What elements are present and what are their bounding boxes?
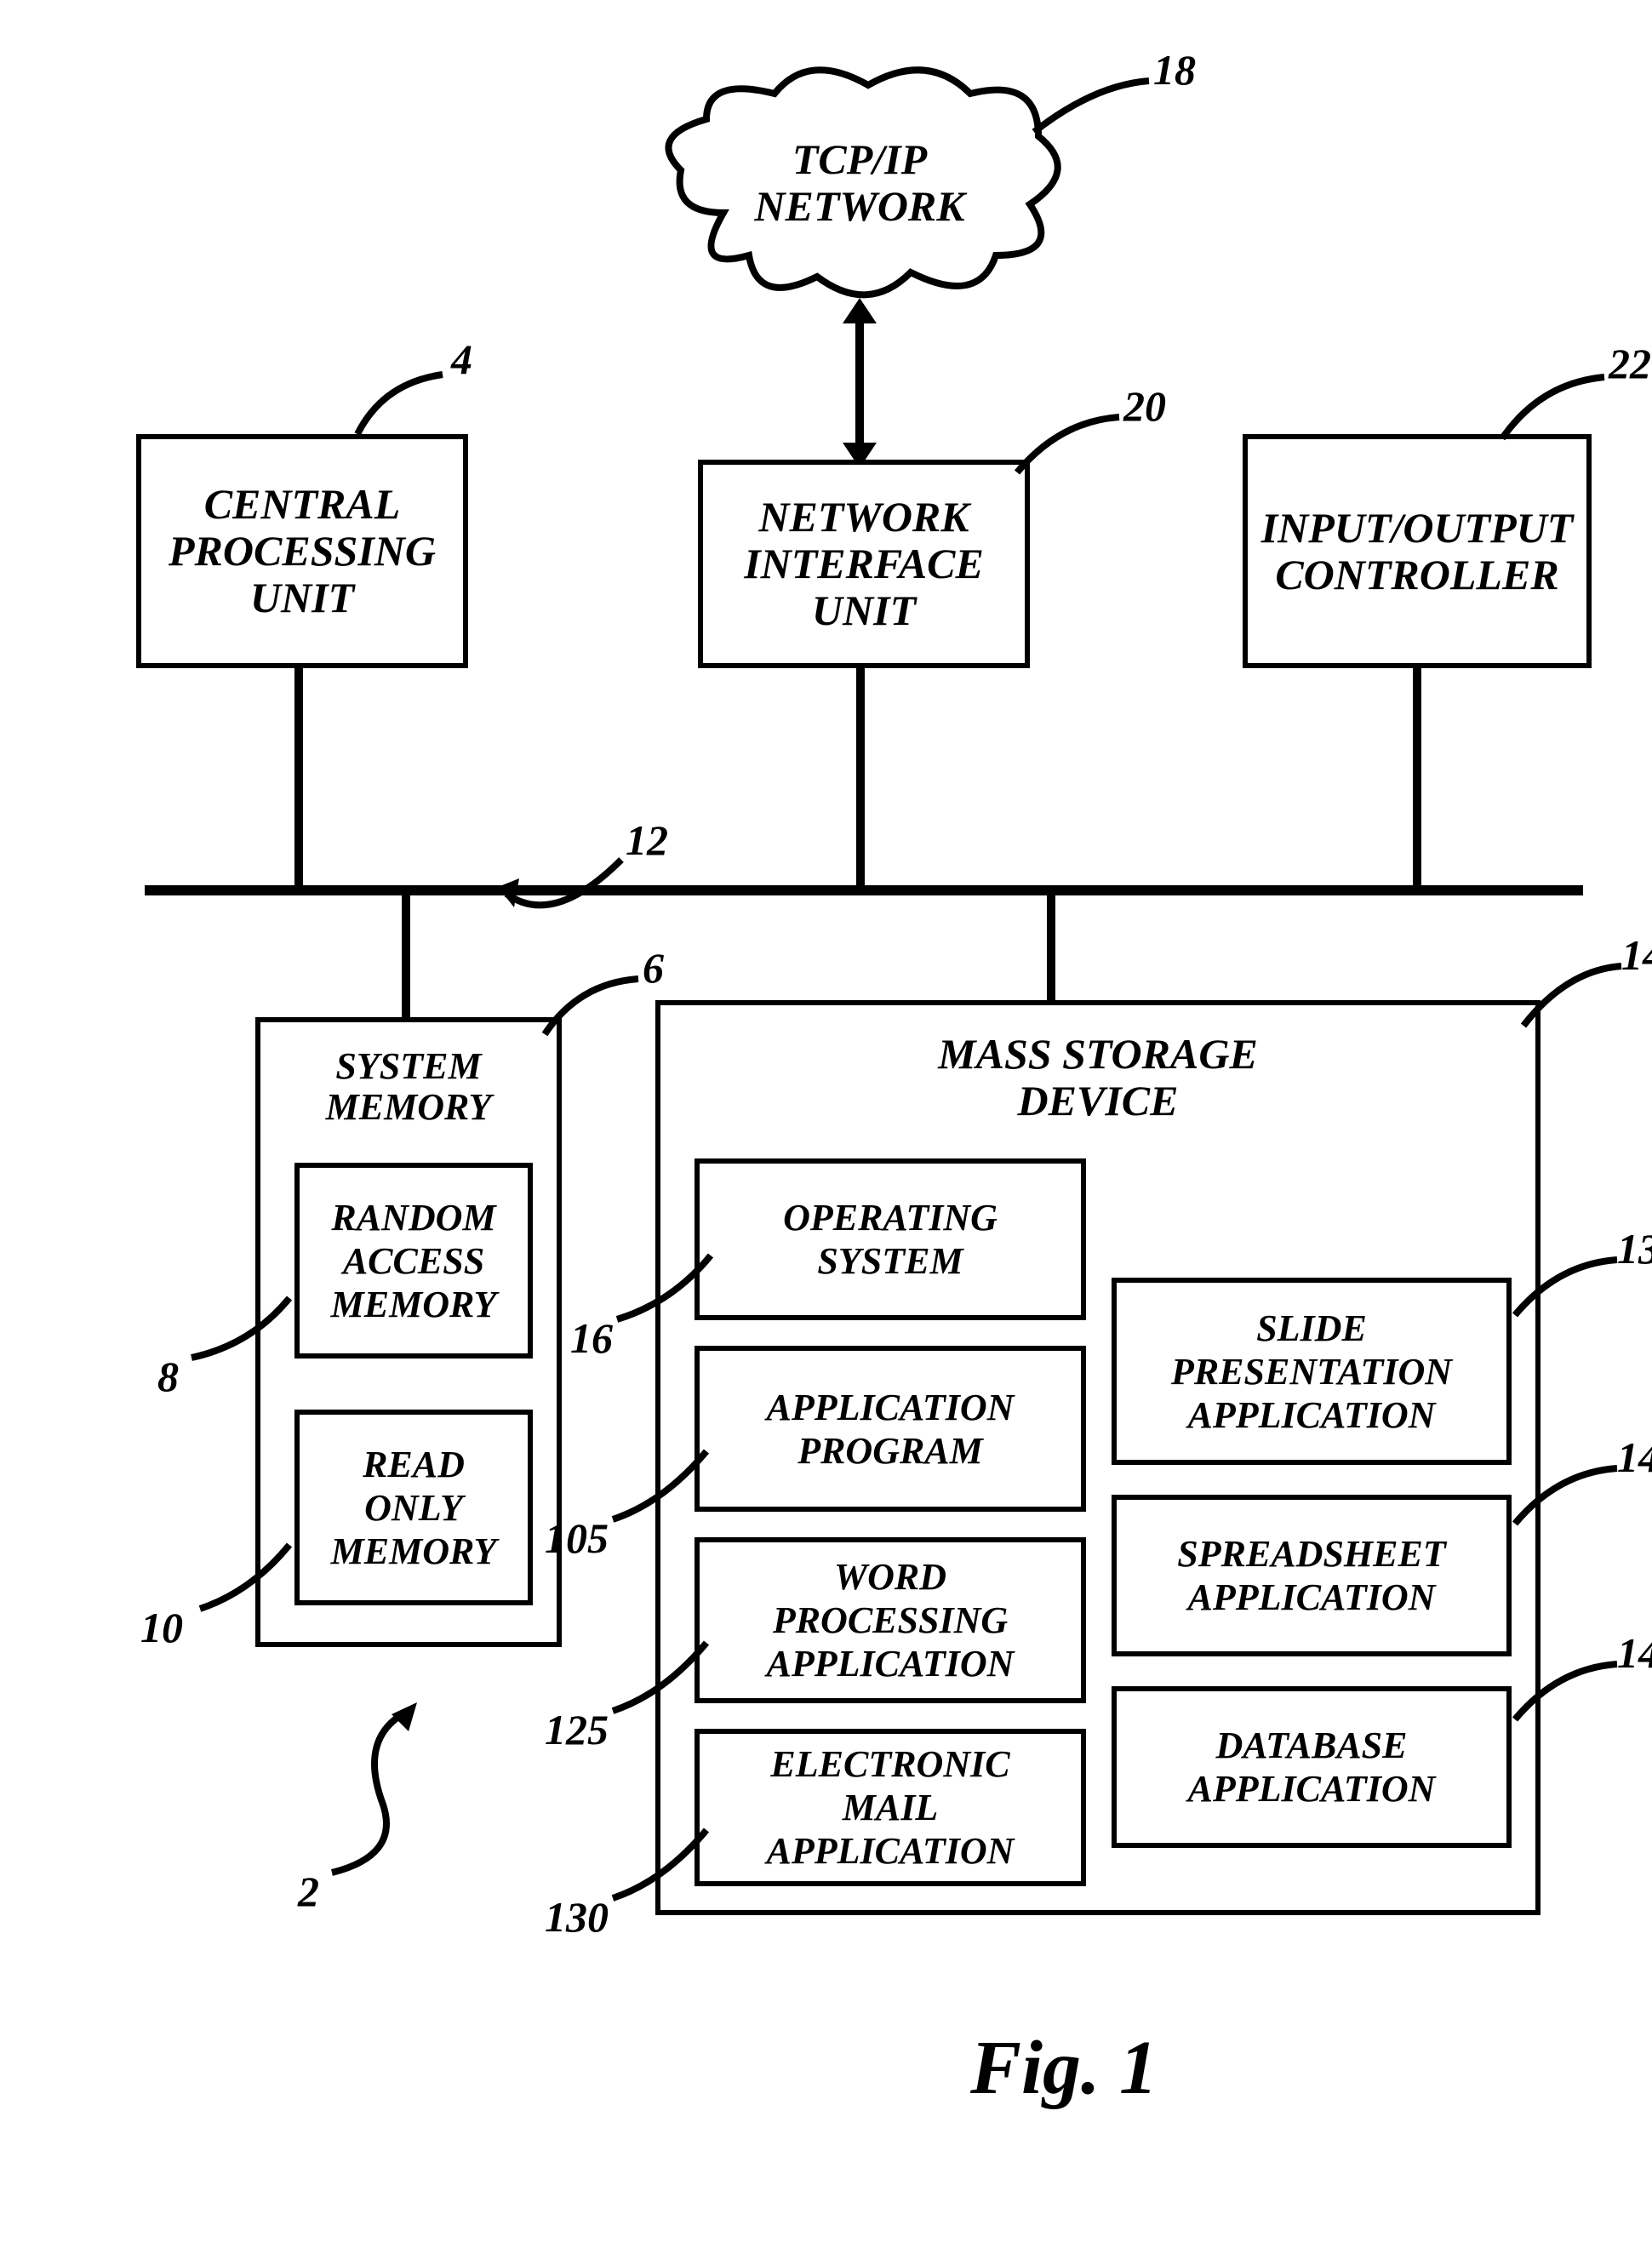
label-sysmem-title: SYSTEM MEMORY [260, 1046, 557, 1129]
ref-sysmem: 6 [643, 945, 664, 992]
label-appprog: APPLICATION PROGRAM [767, 1386, 1015, 1473]
label-email: ELECTRONIC MAIL APPLICATION [767, 1742, 1015, 1873]
connector-nic-cloud [834, 298, 885, 468]
label-nic: NETWORK INTERFACE UNIT [703, 465, 1025, 663]
ref-cpu: 4 [451, 336, 472, 383]
label-word: WORD PROCESSING APPLICATION [767, 1555, 1015, 1685]
block-db: DATABASE APPLICATION [1112, 1686, 1512, 1848]
label-ram: RANDOM ACCESS MEMORY [331, 1196, 497, 1326]
connector-ioc-bus [1413, 668, 1421, 889]
ref-nic: 20 [1123, 383, 1166, 430]
label-ioc: INPUT/OUTPUT CONTROLLER [1248, 439, 1586, 663]
ref-storage: 14 [1621, 932, 1652, 979]
block-cpu: CENTRAL PROCESSING UNIT [136, 434, 468, 668]
block-ram: RANDOM ACCESS MEMORY [294, 1163, 533, 1359]
ref-email: 130 [545, 1894, 609, 1941]
connector-cpu-bus [294, 668, 303, 889]
diagram-canvas: { "figure_label": "Fig. 1", "refs": { "s… [0, 0, 1652, 2248]
ref-ioc: 22 [1609, 340, 1651, 387]
label-storage-title: MASS STORAGE DEVICE [660, 1031, 1535, 1124]
block-spread: SPREADSHEET APPLICATION [1112, 1495, 1512, 1656]
label-slide: SLIDE PRESENTATION APPLICATION [1171, 1307, 1452, 1437]
block-slide: SLIDE PRESENTATION APPLICATION [1112, 1278, 1512, 1465]
ref-spread: 140 [1617, 1434, 1652, 1481]
ref-word: 125 [545, 1707, 609, 1753]
block-os: OPERATING SYSTEM [695, 1158, 1086, 1320]
label-cpu: CENTRAL PROCESSING UNIT [141, 439, 463, 663]
label-os: OPERATING SYSTEM [783, 1196, 997, 1283]
ref-system: 2 [298, 1868, 319, 1915]
figure-label: Fig. 1 [894, 2026, 1234, 2110]
label-spread: SPREADSHEET APPLICATION [1177, 1532, 1445, 1619]
ref-db: 145 [1617, 1630, 1652, 1677]
ref-rom: 10 [140, 1604, 183, 1651]
label-db: DATABASE APPLICATION [1188, 1724, 1436, 1810]
ref-appprog: 105 [545, 1515, 609, 1562]
lead-system [255, 1702, 477, 1924]
ref-ram: 8 [157, 1353, 179, 1400]
ref-network: 18 [1153, 47, 1196, 94]
cloud-label: TCP/IP NETWORK [740, 136, 979, 230]
connector-sysmem-bus [402, 894, 410, 1021]
block-nic: NETWORK INTERFACE UNIT [698, 460, 1030, 668]
ref-os: 16 [570, 1315, 613, 1362]
block-email: ELECTRONIC MAIL APPLICATION [695, 1729, 1086, 1886]
block-ioc: INPUT/OUTPUT CONTROLLER [1243, 434, 1592, 668]
connector-nic-bus [856, 668, 865, 889]
ref-bus: 12 [626, 817, 668, 864]
block-appprog: APPLICATION PROGRAM [695, 1346, 1086, 1512]
block-sysmem: SYSTEM MEMORY RANDOM ACCESS MEMORY READ … [255, 1017, 562, 1647]
block-storage: MASS STORAGE DEVICE OPERATING SYSTEM APP… [655, 1000, 1541, 1915]
label-rom: READ ONLY MEMORY [331, 1443, 497, 1573]
ref-slide: 135 [1617, 1226, 1652, 1273]
block-word: WORD PROCESSING APPLICATION [695, 1537, 1086, 1703]
block-rom: READ ONLY MEMORY [294, 1410, 533, 1605]
connector-storage-bus [1047, 894, 1055, 1004]
